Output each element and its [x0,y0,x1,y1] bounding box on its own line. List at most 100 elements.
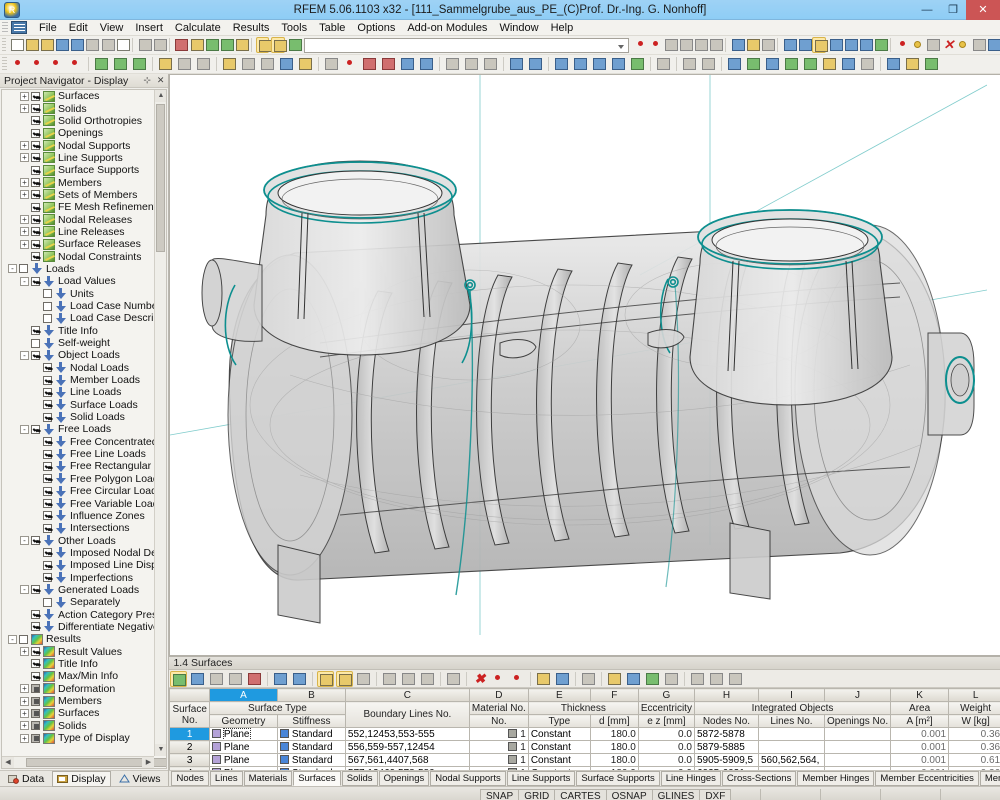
tree-checkbox[interactable] [43,523,52,533]
cell-area[interactable]: 0.001 [890,753,950,767]
tree-item[interactable]: + Members [2,176,154,189]
status-segment-cartes[interactable]: CARTES [554,788,607,800]
results-xy-icon[interactable] [708,37,724,53]
tree-checkbox[interactable] [31,610,40,620]
expand-icon[interactable]: + [20,239,29,249]
cell-lines-no[interactable] [757,766,825,770]
tree-item[interactable]: + Line Releases [2,226,154,238]
nav-tab-data[interactable]: Data [3,771,49,787]
model-3d-canvas[interactable] [169,74,1000,656]
cell-weight[interactable]: 0.36 [948,740,1000,754]
expand-icon[interactable]: + [20,153,29,163]
link-icon[interactable] [986,37,1000,53]
cell-openings-no[interactable] [823,753,892,767]
tree-item[interactable]: Imperfections [2,571,154,584]
new-file-icon[interactable] [9,37,24,53]
cell-material-no[interactable]: 1 [468,753,529,767]
document-system-icon[interactable] [11,21,27,34]
grid-column-letter-a[interactable]: A [208,688,278,702]
nav-tab-views[interactable]: Views [114,771,166,787]
cell-nodes-no[interactable]: 5879-5885 [693,740,759,754]
select-icon[interactable] [219,37,234,53]
loads-icon[interactable] [828,37,843,53]
tree-item[interactable]: + Deformation [2,683,154,695]
grid-column-letter-h[interactable]: H [693,688,759,702]
move-icon[interactable] [323,56,340,72]
table-fx-off-icon[interactable] [727,671,744,687]
cell-thickness-d[interactable]: 180.0 [589,727,639,741]
expand-icon[interactable]: + [20,721,29,731]
table-tab-line-hinges[interactable]: Line Hinges [660,771,721,786]
tree-checkbox[interactable] [31,227,40,237]
table-next-icon[interactable] [291,671,308,687]
tree-checkbox[interactable] [19,264,28,274]
tree-checkbox[interactable] [43,412,52,422]
collapse-icon[interactable]: - [20,350,29,360]
tree-checkbox[interactable] [31,104,40,114]
cell-boundary-lines[interactable]: 552,12453,553-555 [344,727,470,741]
load-case-combo[interactable] [304,37,629,53]
status-segment-snap[interactable]: SNAP [480,788,520,800]
insert-solid-icon[interactable] [112,56,129,72]
table-tab-member-eccentricities[interactable]: Member Eccentricities [875,771,979,786]
table-excel-icon[interactable] [644,671,661,687]
tree-item[interactable]: - Other Loads [2,534,154,547]
insert-surface-icon[interactable] [93,56,110,72]
tree-checkbox[interactable] [43,387,52,397]
table-tab-lines[interactable]: Lines [209,771,243,786]
copy-icon[interactable] [234,37,249,53]
project-icon[interactable] [418,56,435,72]
row-number[interactable]: 2 [169,740,210,754]
cell-geometry[interactable]: Plane [208,740,278,754]
table-align-icon[interactable] [689,671,706,687]
tree-item[interactable]: - Generated Loads [2,584,154,596]
tree-checkbox[interactable] [31,536,40,546]
shading-icon[interactable] [655,56,672,72]
select-all-icon[interactable] [444,56,461,72]
prev-case-icon[interactable] [633,37,646,53]
tree-checkbox[interactable] [43,548,52,558]
tree-checkbox[interactable] [31,165,40,175]
tree-checkbox[interactable] [31,671,40,681]
save-as-icon[interactable] [84,37,100,53]
scroll-down-arrow[interactable]: ▼ [155,744,167,756]
view-y-icon[interactable] [572,56,589,72]
tree-item[interactable]: Surface Supports [2,164,154,176]
table-toggle-icon[interactable] [255,37,272,53]
results-xx-icon[interactable] [678,37,693,53]
tree-item[interactable]: Surface Loads [2,399,154,411]
grid-column-letter-d[interactable]: D [468,688,529,702]
tree-checkbox[interactable] [31,733,40,743]
table-filter-icon[interactable] [227,671,244,687]
tree-checkbox[interactable] [43,437,52,447]
tree-checkbox[interactable] [43,461,52,471]
tree-vertical-scrollbar[interactable]: ▲ ▼ [154,90,167,756]
cell-eccentricity-ez[interactable]: 0.0 [637,727,695,741]
tree-item[interactable]: Title Info [2,325,154,337]
insert-support-icon[interactable] [157,56,174,72]
report-icon[interactable] [745,37,761,53]
tree-item[interactable]: Title Info [2,658,154,670]
cell-thickness-type[interactable]: Constant [527,727,591,741]
insert-frame-icon[interactable] [240,56,257,72]
expand-icon[interactable]: + [20,215,29,225]
zoom-window-icon[interactable] [463,56,480,72]
tree-item[interactable]: + Surfaces [2,707,154,719]
grid-column-letter-c[interactable]: C [344,688,470,702]
cell-stiffness[interactable]: Standard [276,766,346,770]
table-row[interactable]: 3 Plane Standard 567,561,4407,568 1 Constant 1… [169,753,1000,767]
info-circle-icon[interactable] [955,37,968,53]
insert-volume-icon[interactable] [278,56,295,72]
table-tab-openings[interactable]: Openings [378,771,430,786]
insert-mesh-icon[interactable] [176,56,193,72]
table-tab-cross-sections[interactable]: Cross-Sections [721,771,797,786]
table-insert-col-icon[interactable] [400,671,417,687]
cell-openings-no[interactable] [823,740,892,754]
tree-checkbox[interactable] [43,289,52,299]
expand-icon[interactable]: + [20,178,29,188]
tree-item[interactable]: Units [2,288,154,300]
table-tabs[interactable]: Nodes Lines Materials Surfaces Solids Opening… [169,770,1000,786]
tree-item[interactable]: - Loads [2,263,154,275]
status-segment-glines[interactable]: GLINES [651,788,701,800]
table-prev-icon[interactable] [272,671,289,687]
